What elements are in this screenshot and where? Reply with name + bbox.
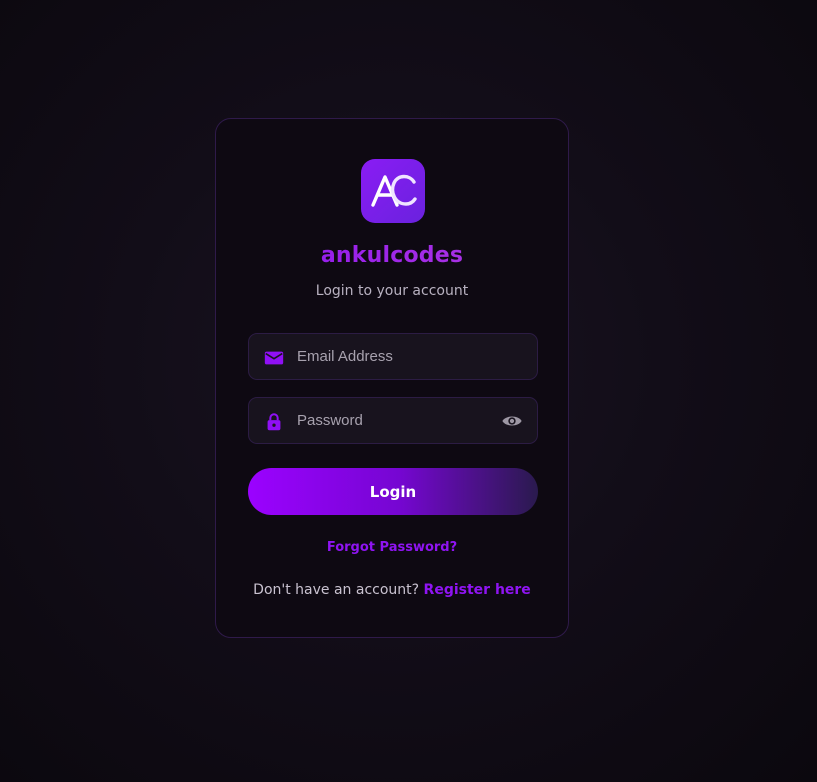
envelope-icon xyxy=(264,351,284,365)
ac-logo-icon xyxy=(371,174,417,207)
login-card: ankulcodes Login to your account Login F… xyxy=(215,118,569,638)
register-prompt-text: Don't have an account? xyxy=(253,582,420,598)
password-input[interactable] xyxy=(297,398,487,443)
forgot-password-link[interactable]: Forgot Password? xyxy=(216,540,568,555)
login-subtitle: Login to your account xyxy=(315,283,469,299)
login-button[interactable]: Login xyxy=(248,468,538,515)
email-input[interactable] xyxy=(297,334,487,379)
register-link[interactable]: Register here xyxy=(424,582,531,598)
brand-name: ankulcodes xyxy=(216,243,568,268)
email-field[interactable] xyxy=(248,333,538,380)
brand-logo xyxy=(361,159,425,223)
register-prompt: Don't have an account? Register here xyxy=(216,582,568,598)
lock-icon xyxy=(267,413,281,431)
password-field[interactable] xyxy=(248,397,538,444)
eye-icon[interactable] xyxy=(501,410,523,432)
